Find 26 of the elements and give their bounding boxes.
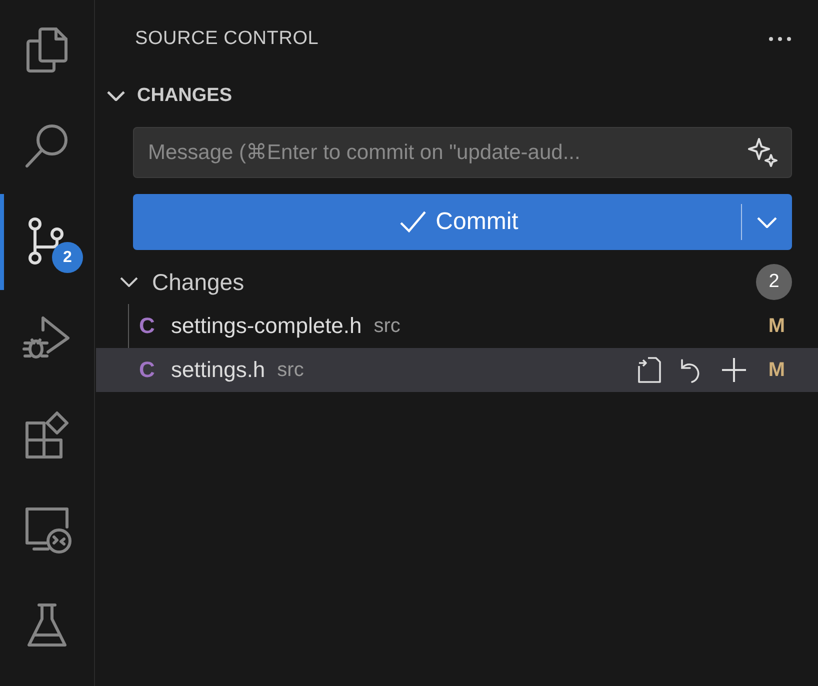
panel-title: SOURCE CONTROL	[135, 28, 320, 50]
commit-button[interactable]: Commit	[133, 194, 741, 250]
chevron-icon	[757, 216, 777, 228]
more-icon[interactable]	[768, 36, 792, 42]
folder-name: src	[374, 314, 400, 338]
dropdown-button[interactable]	[742, 194, 792, 250]
file-name: settings-complete.h	[171, 313, 362, 339]
status-letter: M	[768, 314, 785, 338]
file-type-icon: C	[139, 357, 171, 383]
sparkle-icon[interactable]	[748, 137, 778, 167]
count-badge: 2	[52, 242, 83, 273]
file-name: settings.h	[171, 357, 266, 383]
plus-icon[interactable]	[720, 356, 748, 384]
section-title[interactable]: CHANGES	[137, 85, 232, 107]
chevron-icon[interactable]	[107, 91, 125, 101]
file-row[interactable]: C settings.h src M	[96, 348, 818, 392]
file-type-icon: C	[139, 313, 171, 339]
file-row[interactable]: C settings-complete.h src M	[96, 304, 818, 348]
count-badge: 2	[756, 264, 792, 300]
check-icon	[400, 211, 426, 233]
message-field[interactable]: Message (⌘Enter to commit on "update-aud...	[133, 127, 792, 178]
folder-name: src	[277, 358, 304, 382]
activity-bar-item[interactable]: 2	[0, 194, 94, 290]
status-letter: M	[768, 358, 785, 382]
chevron-icon[interactable]	[120, 277, 138, 287]
group-label[interactable]: Changes	[152, 268, 756, 296]
